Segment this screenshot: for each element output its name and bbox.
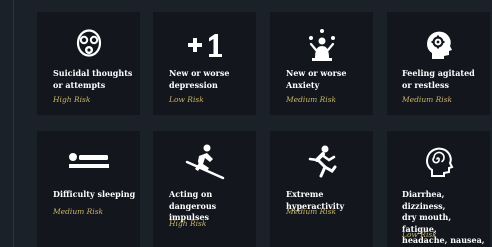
risk-label: Medium Risk <box>286 207 337 216</box>
card-agitated[interactable]: Feeling agitated or restless Medium Risk <box>387 12 490 115</box>
card-title: Suicidal thoughts or attempts <box>53 68 133 90</box>
head-gears-icon <box>387 28 490 62</box>
card-title: New or worse Anxiety <box>286 68 347 90</box>
card-depression[interactable]: New or worse depression Low Risk <box>153 12 256 115</box>
left-divider <box>13 0 14 247</box>
card-difficulty-sleeping[interactable]: Difficulty sleeping Medium Risk <box>37 131 140 247</box>
risk-label: Low Risk <box>402 230 437 239</box>
running-person-icon <box>270 145 373 179</box>
skier-icon <box>153 144 256 180</box>
risk-label: Medium Risk <box>286 95 337 104</box>
risk-label: Medium Risk <box>53 207 104 216</box>
card-side-effects[interactable]: Diarrhea, dizziness, dry mouth, fatigue,… <box>387 131 490 247</box>
card-title: New or worse depression <box>169 68 230 90</box>
juggling-person-icon <box>270 28 373 62</box>
risk-label: Low Risk <box>169 95 204 104</box>
risk-label: Medium Risk <box>402 95 453 104</box>
risk-label: High Risk <box>53 95 91 104</box>
risk-label: High Risk <box>169 219 207 228</box>
plus-one-icon <box>153 28 256 62</box>
gas-mask-icon <box>37 28 140 62</box>
card-dangerous-impulses[interactable]: Acting on dangerous impulses High Risk <box>153 131 256 247</box>
lying-person-icon <box>37 145 140 179</box>
card-hyperactivity[interactable]: Extreme hyperactivity Medium Risk <box>270 131 373 247</box>
card-anxiety[interactable]: New or worse Anxiety Medium Risk <box>270 12 373 115</box>
card-title: Feeling agitated or restless <box>402 68 475 90</box>
card-title: Difficulty sleeping <box>53 189 136 199</box>
dizzy-head-icon <box>387 145 490 179</box>
card-suicidal-thoughts[interactable]: Suicidal thoughts or attempts High Risk <box>37 12 140 115</box>
